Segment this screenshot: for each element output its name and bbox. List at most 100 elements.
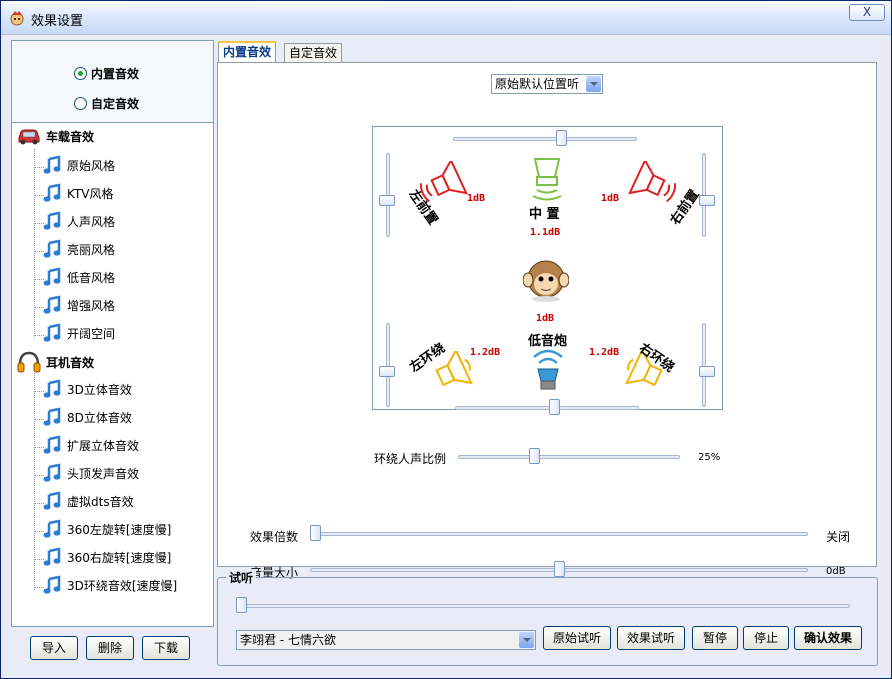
rear-right-level-thumb[interactable] — [699, 366, 715, 377]
front-balance-track[interactable] — [453, 137, 637, 141]
tree-item[interactable]: 增强风格 — [42, 295, 115, 315]
rear-right-level-track[interactable] — [702, 323, 706, 407]
custom-radio-label: 自定音效 — [91, 97, 140, 111]
tree-item-label: KTV风格 — [67, 186, 114, 201]
rear-left-db: 1.2dB — [470, 347, 501, 358]
music-note-icon — [43, 575, 61, 594]
music-note-icon — [43, 379, 61, 398]
tree-item[interactable]: KTV风格 — [42, 183, 113, 203]
speaker-layout: 左前置 1dB 中 置 1.1dB 右前置 1dB 1dB 低音炮 左环绕 1.… — [372, 126, 723, 415]
front-left-level-thumb[interactable] — [379, 195, 395, 206]
tree-item[interactable]: 扩展立体音效 — [42, 435, 139, 455]
effect-settings-window: 效果设置 X 内置音效 自定音效 车载音效 原始风格 KTV风格 人声风格 亮丽… — [0, 0, 892, 679]
preview-progress-track[interactable] — [236, 604, 850, 608]
front-balance-thumb[interactable] — [556, 130, 567, 146]
pause-button[interactable]: 暂停 — [692, 626, 738, 650]
tree-item[interactable]: 头顶发声音效 — [42, 463, 139, 483]
music-note-icon — [43, 463, 61, 482]
music-note-icon — [43, 267, 61, 286]
volume-thumb[interactable] — [553, 561, 565, 577]
close-button[interactable]: X — [849, 4, 885, 21]
tree-item-label: 低音风格 — [67, 270, 116, 285]
effect-multiplier-track[interactable] — [310, 532, 808, 536]
tree-item-label: 扩展立体音效 — [67, 438, 140, 453]
effect-multiplier-value: 关闭 — [826, 530, 851, 544]
car-icon — [18, 129, 40, 145]
music-note-icon — [43, 183, 61, 202]
car-category-label: 车载音效 — [46, 129, 95, 144]
music-note-icon — [43, 295, 61, 314]
chevron-down-icon[interactable] — [586, 76, 601, 92]
app-icon — [10, 11, 24, 26]
builtin-mode-option[interactable]: 内置音效 — [74, 65, 139, 82]
tree-item-label: 虚拟dts音效 — [67, 494, 134, 509]
builtin-radio[interactable] — [74, 67, 87, 80]
music-note-icon — [43, 155, 61, 174]
tree-item[interactable]: 3D环绕音效[速度慢] — [42, 575, 177, 595]
rear-left-level-track[interactable] — [386, 323, 390, 407]
center-speaker-icon[interactable] — [527, 157, 567, 201]
headphone-category-label: 耳机音效 — [46, 355, 95, 370]
tree-item[interactable]: 原始风格 — [42, 155, 115, 175]
tree-item-label: 人声风格 — [67, 214, 116, 229]
confirm-effect-button[interactable]: 确认效果 — [794, 626, 862, 650]
tree-item[interactable]: 人声风格 — [42, 211, 115, 231]
tree-item[interactable]: 虚拟dts音效 — [42, 491, 134, 511]
sub-db: 1dB — [536, 313, 555, 324]
import-button[interactable]: 导入 — [30, 636, 78, 660]
headphone-icon — [17, 351, 41, 373]
original-preview-button[interactable]: 原始试听 — [543, 626, 611, 650]
surround-ratio-track[interactable] — [458, 455, 680, 459]
music-note-icon — [43, 435, 61, 454]
tree-item[interactable]: 3D立体音效 — [42, 379, 132, 399]
music-note-icon — [43, 407, 61, 426]
stop-button[interactable]: 停止 — [743, 626, 789, 650]
front-right-speaker-icon[interactable] — [626, 161, 676, 205]
tree-item-label: 360右旋转[速度慢] — [67, 550, 172, 565]
tree-item-label: 开阔空间 — [67, 326, 116, 341]
volume-value: 0dB — [826, 566, 846, 577]
preview-progress-thumb[interactable] — [236, 597, 247, 613]
tree-item[interactable]: 低音风格 — [42, 267, 115, 287]
tree-item-label: 亮丽风格 — [67, 242, 116, 257]
builtin-effect-panel: 原始默认位置听 左前置 1dB 中 置 1.1dB 右前置 1dB 1dB 低音… — [217, 62, 877, 580]
window-title: 效果设置 — [31, 14, 84, 29]
effect-list-pane: 内置音效 自定音效 车载音效 原始风格 KTV风格 人声风格 亮丽风格 低音风格… — [11, 40, 214, 627]
chevron-down-icon[interactable] — [519, 632, 534, 648]
listening-position-select[interactable]: 原始默认位置听 — [491, 74, 603, 94]
center-db: 1.1dB — [530, 227, 561, 238]
rear-left-level-thumb[interactable] — [379, 366, 395, 377]
custom-mode-option[interactable]: 自定音效 — [74, 95, 139, 112]
tab-builtin[interactable]: 内置音效 — [218, 41, 277, 62]
tree-item[interactable]: 360右旋转[速度慢] — [42, 547, 171, 567]
tree-category-headphone[interactable]: 耳机音效 — [17, 351, 94, 373]
tab-custom[interactable]: 自定音效 — [284, 43, 343, 62]
rear-balance-track[interactable] — [455, 406, 639, 410]
subwoofer-icon[interactable] — [528, 347, 568, 391]
effect-multiplier-thumb[interactable] — [310, 525, 321, 541]
effect-preview-button[interactable]: 效果试听 — [617, 626, 685, 650]
front-right-db: 1dB — [601, 193, 620, 204]
surround-ratio-thumb[interactable] — [528, 448, 540, 464]
delete-button[interactable]: 删除 — [86, 636, 134, 660]
rear-right-db: 1.2dB — [589, 347, 620, 358]
tree-item[interactable]: 360左旋转[速度慢] — [42, 519, 171, 539]
tree-item[interactable]: 开阔空间 — [42, 323, 115, 343]
tree-category-car[interactable]: 车载音效 — [17, 127, 94, 145]
track-select[interactable]: 李翊君 - 七情六欲 — [236, 630, 536, 650]
tree-item[interactable]: 亮丽风格 — [42, 239, 115, 259]
preview-group: 试听 李翊君 - 七情六欲 原始试听 效果试听 暂停 停止 确认效果 — [217, 569, 878, 666]
tree-item-label: 头顶发声音效 — [67, 466, 140, 481]
center-label: 中 置 — [529, 207, 560, 222]
download-button[interactable]: 下载 — [142, 636, 190, 660]
music-note-icon — [43, 519, 61, 538]
listener-monkey-icon — [523, 260, 569, 302]
music-note-icon — [43, 491, 61, 510]
surround-ratio-label: 环绕人声比例 — [374, 452, 447, 466]
listening-position-value: 原始默认位置听 — [495, 77, 580, 91]
custom-radio[interactable] — [74, 97, 87, 110]
tree-item[interactable]: 8D立体音效 — [42, 407, 132, 427]
rear-balance-thumb[interactable] — [549, 399, 560, 415]
tree-item-label: 8D立体音效 — [67, 410, 132, 425]
tree-item-label: 3D立体音效 — [67, 382, 132, 397]
